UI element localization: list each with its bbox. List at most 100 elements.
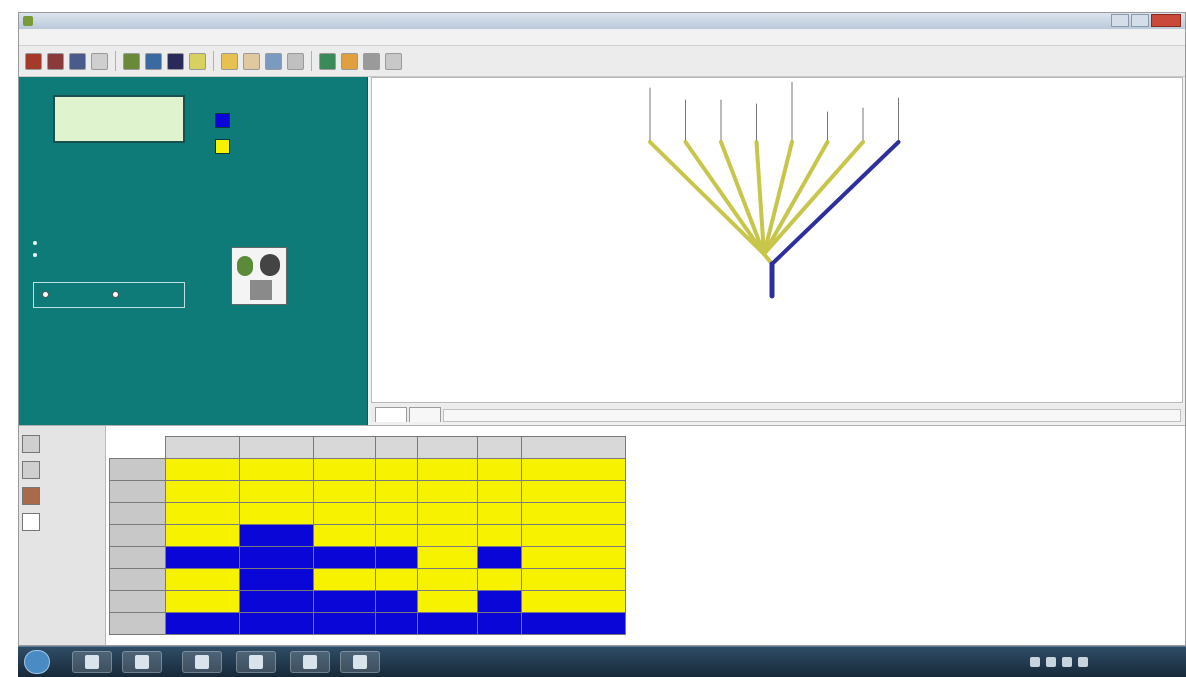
side-nav-item-3[interactable] <box>22 484 102 508</box>
toolbar-button-6[interactable] <box>145 52 162 70</box>
table-cell[interactable] <box>239 524 314 547</box>
row-header[interactable] <box>109 458 166 481</box>
toolbar-button-12[interactable] <box>287 52 304 70</box>
minimize-button[interactable] <box>1111 14 1129 27</box>
table-cell[interactable] <box>165 590 240 613</box>
taskbar-app-4[interactable] <box>236 651 276 673</box>
table-cell[interactable] <box>417 524 478 547</box>
tray-network-icon[interactable] <box>1046 657 1056 667</box>
row-header[interactable] <box>109 568 166 591</box>
table-cell[interactable] <box>417 568 478 591</box>
title-bar[interactable] <box>19 13 1185 29</box>
row-header[interactable] <box>109 480 166 503</box>
side-nav-item-1[interactable] <box>22 432 102 456</box>
table-cell[interactable] <box>313 546 376 569</box>
table-cell[interactable] <box>165 480 240 503</box>
toolbar-button-1[interactable] <box>25 52 42 70</box>
column-header[interactable] <box>165 436 240 459</box>
table-cell[interactable] <box>521 590 626 613</box>
toolbar-button-2[interactable] <box>47 52 64 70</box>
table-cell[interactable] <box>477 524 522 547</box>
column-header[interactable] <box>375 436 418 459</box>
table-cell[interactable] <box>375 502 418 525</box>
toolbar-button-10[interactable] <box>243 52 260 70</box>
table-cell[interactable] <box>417 612 478 635</box>
start-button[interactable] <box>24 650 50 674</box>
row-header[interactable] <box>109 612 166 635</box>
toolbar-button-3[interactable] <box>69 52 86 70</box>
tab-1[interactable] <box>375 407 407 422</box>
table-cell[interactable] <box>313 502 376 525</box>
table-cell[interactable] <box>239 502 314 525</box>
maximize-button[interactable] <box>1131 14 1149 27</box>
table-cell[interactable] <box>477 612 522 635</box>
table-cell[interactable] <box>239 590 314 613</box>
toolbar-button-15[interactable] <box>363 52 380 70</box>
table-cell[interactable] <box>417 546 478 569</box>
tray-volume-icon[interactable] <box>1062 657 1072 667</box>
table-cell[interactable] <box>417 590 478 613</box>
radio-button-icon[interactable] <box>112 291 119 298</box>
table-cell[interactable] <box>521 524 626 547</box>
toolbar-button-11[interactable] <box>265 52 282 70</box>
table-cell[interactable] <box>239 568 314 591</box>
table-cell[interactable] <box>165 568 240 591</box>
column-header[interactable] <box>417 436 478 459</box>
table-cell[interactable] <box>239 480 314 503</box>
table-cell[interactable] <box>375 480 418 503</box>
radio-option-2[interactable] <box>112 291 123 298</box>
toolbar-button-14[interactable] <box>341 52 358 70</box>
radio-button-icon[interactable] <box>42 291 49 298</box>
tray-battery-icon[interactable] <box>1078 657 1088 667</box>
column-header[interactable] <box>313 436 376 459</box>
phylogenetic-tree[interactable] <box>372 78 1182 402</box>
table-cell[interactable] <box>313 524 376 547</box>
table-cell[interactable] <box>165 546 240 569</box>
tree-branch[interactable] <box>648 140 766 256</box>
close-button[interactable] <box>1151 14 1181 27</box>
table-cell[interactable] <box>521 480 626 503</box>
table-cell[interactable] <box>477 590 522 613</box>
table-cell[interactable] <box>477 568 522 591</box>
table-cell[interactable] <box>313 480 376 503</box>
taskbar-app-2[interactable] <box>122 651 162 673</box>
table-cell[interactable] <box>375 612 418 635</box>
toolbar-button-5[interactable] <box>123 52 140 70</box>
toolbar-button-8[interactable] <box>189 52 206 70</box>
tray-flag-icon[interactable] <box>1030 657 1040 667</box>
table-cell[interactable] <box>477 480 522 503</box>
table-cell[interactable] <box>165 524 240 547</box>
toolbar-button-7[interactable] <box>167 52 184 70</box>
table-cell[interactable] <box>165 612 240 635</box>
column-header[interactable] <box>521 436 626 459</box>
table-cell[interactable] <box>375 590 418 613</box>
table-cell[interactable] <box>239 458 314 481</box>
taskbar-app-5[interactable] <box>290 651 330 673</box>
side-nav-item-4[interactable] <box>22 510 102 534</box>
row-header[interactable] <box>109 546 166 569</box>
row-header[interactable] <box>109 524 166 547</box>
row-header[interactable] <box>109 590 166 613</box>
column-header[interactable] <box>239 436 314 459</box>
table-cell[interactable] <box>521 612 626 635</box>
table-cell[interactable] <box>477 546 522 569</box>
table-cell[interactable] <box>165 502 240 525</box>
taskbar-app-6[interactable] <box>340 651 380 673</box>
table-cell[interactable] <box>375 546 418 569</box>
table-cell[interactable] <box>375 524 418 547</box>
table-cell[interactable] <box>239 612 314 635</box>
table-cell[interactable] <box>313 458 376 481</box>
table-cell[interactable] <box>375 458 418 481</box>
radio-option-1[interactable] <box>42 291 53 298</box>
table-cell[interactable] <box>521 546 626 569</box>
taskbar-app-1[interactable] <box>72 651 112 673</box>
table-cell[interactable] <box>239 546 314 569</box>
table-cell[interactable] <box>165 458 240 481</box>
table-cell[interactable] <box>521 568 626 591</box>
tree-canvas[interactable] <box>371 77 1183 403</box>
table-cell[interactable] <box>521 502 626 525</box>
table-cell[interactable] <box>313 568 376 591</box>
table-cell[interactable] <box>477 458 522 481</box>
table-cell[interactable] <box>313 612 376 635</box>
table-cell[interactable] <box>417 502 478 525</box>
